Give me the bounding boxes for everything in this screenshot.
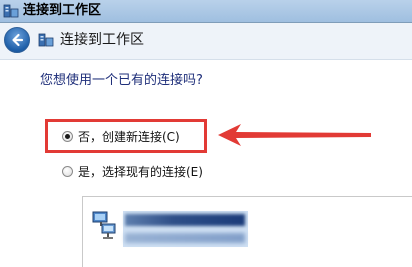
back-button[interactable] (4, 27, 30, 53)
connection-item-redacted[interactable] (123, 211, 248, 247)
wizard-header: 连接到工作区 (0, 23, 412, 60)
redacted-detail (125, 233, 245, 243)
back-arrow-icon (12, 33, 24, 47)
annotation-highlight-box (45, 119, 207, 153)
page-title: 连接到工作区 (60, 32, 144, 48)
redacted-name (125, 214, 245, 226)
option-label[interactable]: 是，选择现有的连接(E) (78, 164, 203, 180)
question-text: 您想使用一个已有的连接吗? (40, 73, 203, 88)
radio-button[interactable] (62, 166, 73, 177)
network-workplace-icon (38, 32, 54, 48)
title-bar: 连接到工作区 (0, 0, 412, 23)
network-connection-icon (91, 210, 117, 244)
annotation-arrow-icon (218, 124, 371, 146)
existing-connections-list[interactable] (82, 196, 412, 267)
window-title: 连接到工作区 (23, 3, 102, 18)
network-workplace-icon (3, 3, 19, 19)
